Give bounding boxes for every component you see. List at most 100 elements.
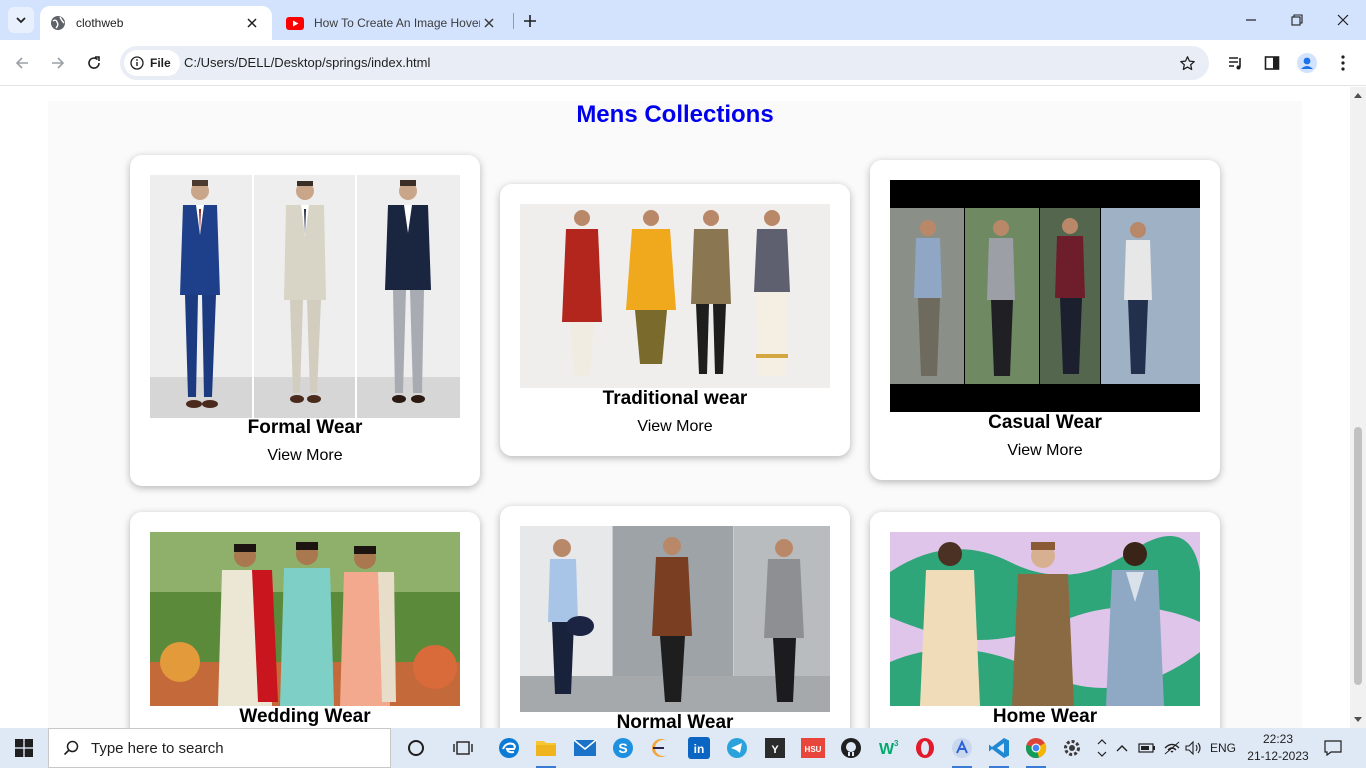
profile-button[interactable] [1295, 51, 1319, 75]
vscode-icon[interactable] [983, 732, 1015, 768]
youtube-icon [286, 16, 304, 30]
card-title: Formal Wear [247, 417, 363, 438]
mail-icon[interactable] [569, 732, 601, 764]
y-app-icon[interactable]: Y [759, 732, 791, 764]
restore-button[interactable] [1274, 0, 1320, 40]
address-bar[interactable]: File C:/Users/DELL/Desktop/springs/index… [120, 46, 1209, 80]
input-language[interactable]: ENG [1207, 728, 1239, 768]
tab-clothweb[interactable]: clothweb [40, 6, 272, 40]
media-control-button[interactable] [1224, 51, 1248, 75]
file-explorer-icon[interactable] [530, 732, 562, 768]
reload-button[interactable] [80, 49, 108, 77]
search-icon [63, 740, 79, 756]
clock-time: 22:23 [1262, 732, 1294, 746]
show-hidden-icons-button[interactable] [1113, 728, 1131, 768]
scroll-down-button[interactable] [1350, 712, 1366, 728]
new-tab-button[interactable] [518, 9, 542, 33]
tab-youtube[interactable]: How To Create An Image Hover [277, 6, 509, 40]
url-text[interactable]: C:/Users/DELL/Desktop/springs/index.html [184, 55, 430, 70]
hsu-app-icon[interactable]: HSU [797, 732, 829, 764]
chrome-icon[interactable] [1020, 732, 1052, 768]
card-title: Wedding Wear [239, 706, 371, 727]
task-view-icon[interactable] [447, 732, 479, 764]
scroll-up-button[interactable] [1350, 87, 1366, 103]
globe-icon [51, 16, 65, 30]
taskbar-search-box[interactable]: Type here to search [48, 728, 391, 768]
star-icon [1179, 55, 1195, 70]
tab-search-button[interactable] [8, 7, 34, 33]
skype-icon[interactable]: S [607, 732, 639, 764]
card-formal-wear[interactable]: Formal Wear View More [130, 155, 480, 486]
back-button[interactable] [8, 49, 36, 77]
forward-button[interactable] [44, 49, 72, 77]
bookmark-button[interactable] [1177, 53, 1197, 73]
eclipse-icon[interactable] [645, 732, 677, 764]
side-panel-icon [1264, 56, 1280, 70]
svg-text:W: W [879, 741, 895, 758]
media-queue-icon [1229, 57, 1241, 70]
svg-text:3: 3 [894, 739, 899, 748]
view-more-link[interactable]: View More [130, 447, 480, 465]
card-wedding-wear[interactable]: Wedding Wear [130, 512, 480, 728]
traditional-wear-photo [520, 204, 830, 388]
close-tab-button[interactable] [479, 13, 499, 33]
minimize-button[interactable] [1228, 0, 1274, 40]
menu-button[interactable] [1331, 51, 1355, 75]
start-button[interactable] [0, 728, 48, 768]
settings-icon[interactable] [1056, 732, 1088, 764]
opera-icon[interactable] [909, 732, 941, 764]
svg-text:in: in [694, 742, 705, 756]
triangle-up-icon [1354, 93, 1362, 98]
reload-icon [88, 56, 100, 69]
card-title: Traditional wear [602, 388, 748, 409]
page-scrollbar[interactable] [1350, 87, 1366, 728]
tab-strip: clothweb How To Create An Image Hover [0, 0, 1366, 40]
close-icon [247, 18, 257, 28]
close-window-button[interactable] [1320, 0, 1366, 40]
edge-icon[interactable] [493, 732, 525, 764]
site-info-label: File [150, 56, 171, 70]
app-store-icon[interactable] [946, 732, 978, 768]
linkedin-icon[interactable]: in [683, 732, 715, 764]
collections-section: Mens Collections Formal Wear View More T… [48, 101, 1302, 728]
plus-icon [524, 15, 536, 27]
github-icon[interactable] [835, 732, 867, 764]
side-panel-button[interactable] [1260, 51, 1284, 75]
windows-taskbar: Type here to search S in Y HSU W3 ENG 22… [0, 728, 1366, 768]
notifications-button[interactable] [1318, 728, 1348, 768]
wifi-icon[interactable] [1161, 728, 1183, 768]
tab-title: How To Create An Image Hover [314, 16, 480, 30]
svg-text:S: S [618, 740, 627, 756]
card-title: Casual Wear [988, 412, 1102, 433]
scroll-thumb[interactable] [1354, 427, 1362, 685]
home-wear-photo [890, 532, 1200, 706]
page-title: Mens Collections [576, 101, 774, 128]
card-traditional-wear[interactable]: Traditional wear View More [500, 184, 850, 456]
card-casual-wear[interactable]: Casual Wear View More [870, 160, 1220, 480]
view-more-link[interactable]: View More [870, 442, 1220, 460]
card-title: Home Wear [992, 706, 1098, 727]
casual-wear-photo [890, 180, 1200, 412]
windows-logo-icon [15, 739, 33, 757]
card-home-wear[interactable]: Home Wear [870, 512, 1220, 728]
cortana-icon[interactable] [400, 732, 432, 764]
volume-icon[interactable] [1184, 728, 1204, 768]
telegram-icon[interactable] [721, 732, 753, 764]
clock-date: 21-12-2023 [1247, 749, 1309, 763]
minimize-icon [1246, 19, 1256, 21]
view-more-link[interactable]: View More [500, 418, 850, 436]
w3schools-icon[interactable]: W3 [873, 732, 905, 764]
arrow-right-icon [52, 57, 65, 69]
tab-separator [513, 13, 514, 29]
chevron-up-down-icon [1097, 739, 1107, 757]
close-tab-button[interactable] [242, 13, 262, 33]
info-icon [130, 56, 144, 70]
taskbar-clock[interactable]: 22:23 21-12-2023 [1244, 731, 1312, 765]
card-normal-wear[interactable]: Normal Wear [500, 506, 850, 728]
site-info-chip[interactable]: File [124, 50, 180, 76]
browser-toolbar: File C:/Users/DELL/Desktop/springs/index… [0, 40, 1366, 86]
svg-text:HSU: HSU [805, 745, 822, 754]
battery-icon[interactable] [1137, 728, 1157, 768]
more-vert-icon [1341, 55, 1345, 71]
taskbar-scroll-button[interactable] [1094, 728, 1110, 768]
